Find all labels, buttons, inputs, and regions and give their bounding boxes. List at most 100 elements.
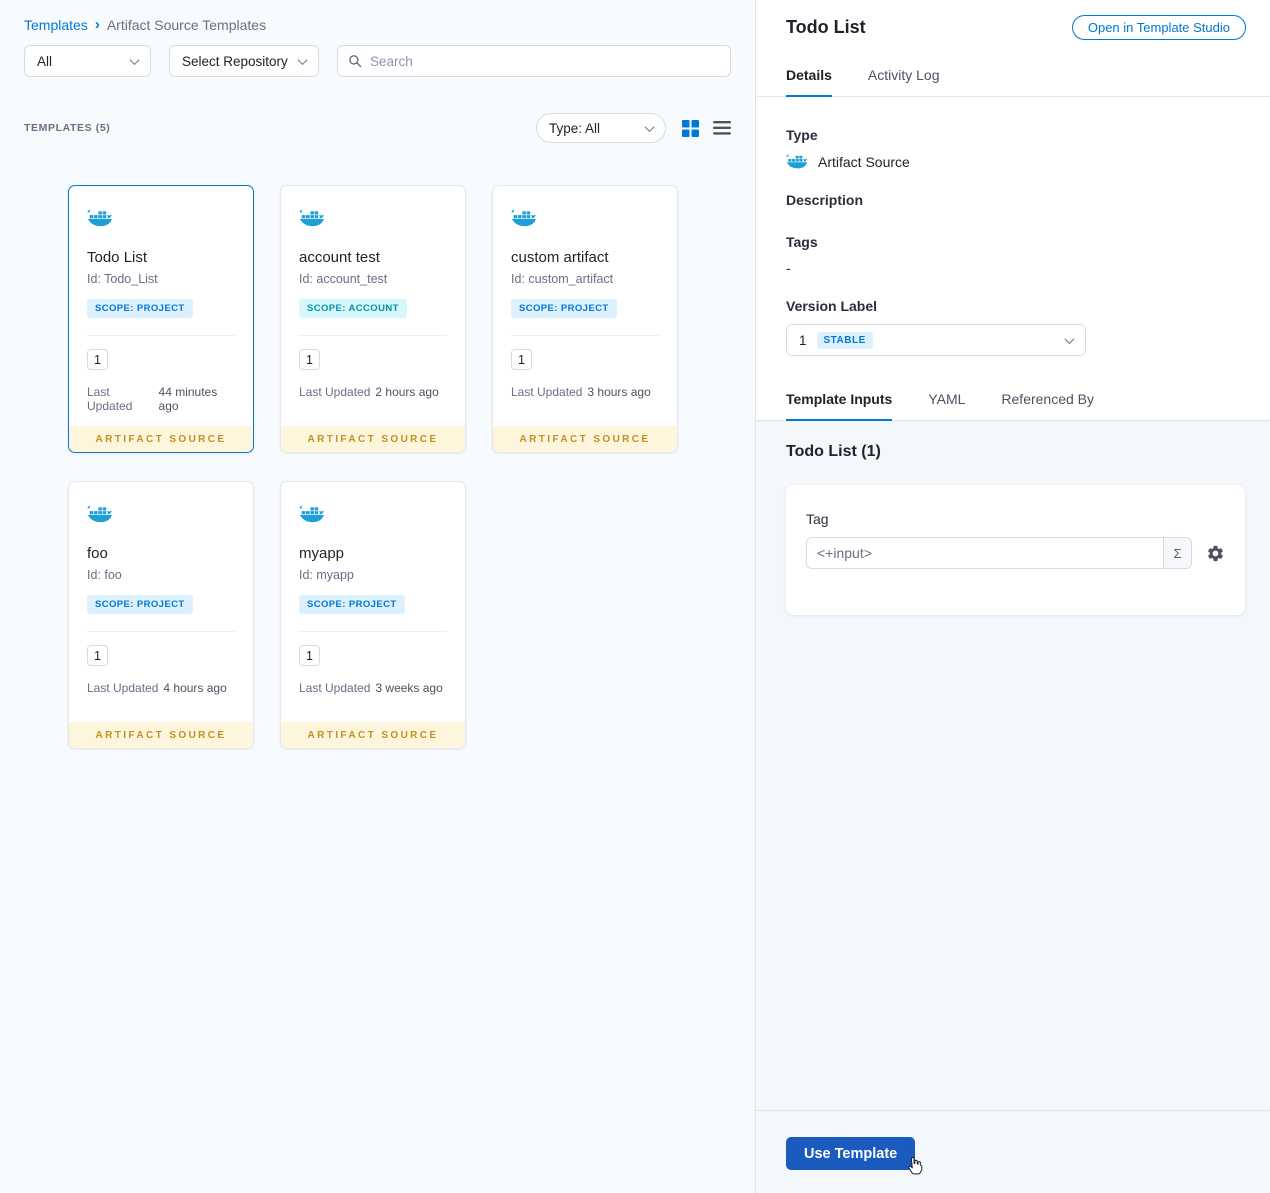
version-value: 1 [799,332,807,348]
card-divider [299,631,447,632]
last-updated-value: 2 hours ago [375,385,439,399]
search-icon [349,55,362,68]
template-type-footer: ARTIFACT SOURCE [69,426,253,452]
tag-input[interactable]: <+input> Σ [806,537,1192,569]
template-card-todo-list[interactable]: Todo List Id: Todo_List SCOPE: PROJECT 1… [68,185,254,453]
card-id: Id: custom_artifact [511,272,614,286]
tab-referenced-by[interactable]: Referenced By [1001,378,1094,420]
template-cards-grid: Todo List Id: Todo_List SCOPE: PROJECT 1… [68,185,731,749]
docker-icon [299,505,324,523]
grid-view-icon[interactable] [682,119,699,137]
templates-list-pane: Templates › Artifact Source Templates Al… [0,0,755,1193]
scope-badge: SCOPE: PROJECT [87,595,193,614]
breadcrumb: Templates › Artifact Source Templates [24,16,731,33]
version-count-badge: 1 [87,349,108,370]
card-title: account test [299,249,380,266]
scope-filter-select[interactable]: All [24,45,151,77]
templates-count-label: TEMPLATES (5) [24,122,111,134]
toolbar-right: Type: All [536,113,731,143]
open-in-template-studio-button[interactable]: Open in Template Studio [1071,14,1246,40]
version-count-badge: 1 [511,349,532,370]
template-card-account-test[interactable]: account test Id: account_test SCOPE: ACC… [280,185,466,453]
gear-icon[interactable] [1206,544,1225,563]
action-bar: Use Template [756,1110,1270,1193]
card-divider [87,335,235,336]
last-updated-label: Last Updated [299,385,371,399]
list-toolbar: TEMPLATES (5) Type: All [24,113,731,143]
template-type-footer: ARTIFACT SOURCE [281,722,465,748]
last-updated-label: Last Updated [87,385,133,413]
scope-badge: SCOPE: ACCOUNT [299,299,407,318]
last-updated: Last Updated 3 hours ago [511,385,659,399]
tags-value: - [786,260,791,276]
stable-badge: STABLE [816,331,873,349]
docker-icon [299,209,324,227]
card-id: Id: myapp [299,568,354,582]
template-card-foo[interactable]: foo Id: foo SCOPE: PROJECT 1 Last Update… [68,481,254,749]
card-id: Id: Todo_List [87,272,158,286]
chevron-down-icon [644,121,655,132]
last-updated: Last Updated 2 hours ago [299,385,447,399]
inputs-card: Tag <+input> Σ [786,485,1245,615]
card-id: Id: account_test [299,272,388,286]
tab-yaml[interactable]: YAML [928,378,965,420]
type-value-row: Artifact Source [786,153,1240,170]
app-root: Templates › Artifact Source Templates Al… [0,0,1270,1193]
docker-icon [786,154,808,169]
list-view-icon[interactable] [713,121,731,135]
version-label: Version Label [786,298,878,314]
version-select[interactable]: 1 STABLE [786,324,1086,356]
chevron-down-icon [129,54,140,65]
tag-input-row: <+input> Σ [806,537,1225,569]
repository-filter-select[interactable]: Select Repository [169,45,319,77]
breadcrumb-templates-link[interactable]: Templates [24,17,88,33]
tag-label: Tag [806,511,829,527]
cursor-pointer-icon [908,1157,923,1175]
search-input[interactable] [370,53,720,69]
chevron-down-icon [297,54,308,65]
scope-filter-value: All [37,53,53,69]
tab-details[interactable]: Details [786,54,832,97]
card-divider [87,631,235,632]
docker-icon [87,209,112,227]
tag-input-value: <+input> [817,545,872,561]
tab-activity-log[interactable]: Activity Log [868,54,940,96]
docker-icon [87,505,112,523]
tags-label: Tags [786,234,818,250]
last-updated-label: Last Updated [299,681,371,695]
card-divider [511,335,659,336]
last-updated-label: Last Updated [87,681,159,695]
detail-tabs: Details Activity Log [756,54,1270,97]
version-count-badge: 1 [299,645,320,666]
type-label: Type [786,127,818,143]
repository-filter-value: Select Repository [182,53,288,69]
tab-template-inputs[interactable]: Template Inputs [786,378,893,421]
use-template-button[interactable]: Use Template [786,1137,916,1170]
page-title: Todo List [786,16,866,37]
breadcrumb-separator-icon: › [94,16,100,33]
scope-badge: SCOPE: PROJECT [511,299,617,318]
card-title: Todo List [87,249,148,266]
chevron-down-icon [1064,333,1075,344]
detail-header: Todo List Open in Template Studio [756,0,1270,54]
type-filter-value: Type: All [549,120,601,136]
version-count-badge: 1 [299,349,320,370]
card-divider [299,335,447,336]
type-filter-select[interactable]: Type: All [536,113,666,143]
template-card-custom-artifact[interactable]: custom artifact Id: custom_artifact SCOP… [492,185,678,453]
template-type-footer: ARTIFACT SOURCE [69,722,253,748]
filters-row: All Select Repository [24,45,731,77]
template-type-footer: ARTIFACT SOURCE [281,426,465,452]
card-title: custom artifact [511,249,609,266]
card-title: foo [87,545,108,562]
last-updated: Last Updated 44 minutes ago [87,385,235,413]
runtime-input-type-icon[interactable]: Σ [1163,538,1191,568]
template-details-pane: Todo List Open in Template Studio Detail… [755,0,1270,1193]
version-count-badge: 1 [87,645,108,666]
inputs-heading: Todo List (1) [786,443,881,460]
docker-icon [511,209,536,227]
template-inputs-area: Todo List (1) Tag <+input> Σ [756,421,1270,1110]
last-updated-value: 44 minutes ago [158,385,218,413]
search-box [337,45,731,77]
template-card-myapp[interactable]: myapp Id: myapp SCOPE: PROJECT 1 Last Up… [280,481,466,749]
